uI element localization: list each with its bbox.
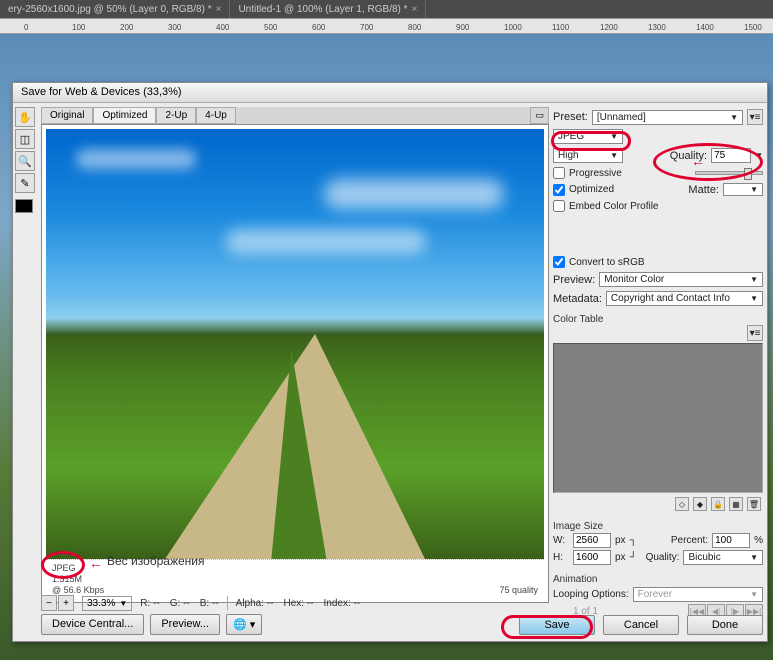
preview-frame: JPEG 1.315M @ 56.6 Kbps 75 quality: [41, 124, 549, 603]
quality-preset-select[interactable]: High▼: [553, 148, 623, 163]
tab-original[interactable]: Original: [41, 107, 93, 124]
app-tab-1[interactable]: Untitled-1 @ 100% (Layer 1, RGB/8) *×: [230, 0, 426, 18]
tool-column: ✋ ◫ 🔍 ✎: [15, 107, 37, 213]
convert-srgb-checkbox[interactable]: Convert to sRGB: [553, 256, 645, 268]
tab-2up[interactable]: 2-Up: [156, 107, 196, 124]
eyedropper-tool-icon[interactable]: ✎: [15, 173, 35, 193]
animation-label: Animation: [553, 574, 763, 585]
height-input[interactable]: [573, 550, 611, 565]
trash-icon[interactable]: 🗑: [747, 497, 761, 511]
preview-area: Original Optimized 2-Up 4-Up ▭ JPEG 1.31…: [41, 107, 549, 603]
quality-label: 75 quality: [499, 585, 538, 595]
width-input[interactable]: [573, 533, 611, 548]
close-icon[interactable]: ×: [412, 4, 418, 15]
zoom-bar: − + 33.3%▼ R: -- G: -- B: -- Alpha: -- H…: [41, 595, 549, 611]
zoom-select[interactable]: 33.3%▼: [82, 596, 132, 611]
color-table-label: Color Table: [553, 314, 763, 325]
quality-label: Quality:: [670, 150, 707, 162]
save-button[interactable]: Save: [519, 615, 595, 635]
ruler: 0 100 200 300 400 500 600 700 800 900 10…: [0, 18, 773, 34]
main-buttons: Save Cancel Done: [519, 615, 763, 635]
preset-label: Preset:: [553, 111, 588, 123]
close-icon[interactable]: ×: [216, 4, 222, 15]
annotation-text: Вес изображения: [107, 554, 205, 568]
color-table[interactable]: [553, 343, 763, 493]
ct-icon-2[interactable]: ◆: [693, 497, 707, 511]
resample-quality-select[interactable]: Bicubic▼: [683, 550, 763, 565]
quality-slider[interactable]: [695, 171, 763, 175]
foreground-color-swatch[interactable]: [15, 199, 33, 213]
speed-label: @ 56.6 Kbps: [52, 585, 104, 595]
zoom-tool-icon[interactable]: 🔍: [15, 151, 35, 171]
filesize-label: 1.315M: [52, 574, 104, 584]
preview-image[interactable]: [46, 129, 544, 559]
format-label: JPEG: [52, 563, 104, 573]
app-tab-bar: ery-2560x1600.jpg @ 50% (Layer 0, RGB/8)…: [0, 0, 773, 18]
metadata-label: Metadata:: [553, 293, 602, 305]
tab-optimized[interactable]: Optimized: [93, 107, 156, 124]
device-central-button[interactable]: Device Central...: [41, 614, 144, 635]
preview-tabs: Original Optimized 2-Up 4-Up ▭: [41, 107, 549, 124]
color-table-menu-icon[interactable]: ▾≡: [747, 325, 763, 341]
ct-icon-3[interactable]: 🔒: [711, 497, 725, 511]
progressive-checkbox[interactable]: Progressive: [553, 167, 622, 179]
embed-profile-checkbox[interactable]: Embed Color Profile: [553, 200, 658, 212]
bottom-left-buttons: Device Central... Preview... 🌐 ▾: [41, 614, 262, 635]
slice-tool-icon[interactable]: ◫: [15, 129, 35, 149]
percent-input[interactable]: [712, 533, 750, 548]
app-tab-0[interactable]: ery-2560x1600.jpg @ 50% (Layer 0, RGB/8)…: [0, 0, 230, 18]
expand-icon[interactable]: ▭: [530, 107, 549, 124]
animation-section: Animation Looping Options: Forever▼ 1 of…: [553, 574, 763, 618]
ct-icon-4[interactable]: ▦: [729, 497, 743, 511]
ct-icon-1[interactable]: ◇: [675, 497, 689, 511]
zoom-out-button[interactable]: −: [41, 595, 57, 611]
preview-button[interactable]: Preview...: [150, 614, 220, 635]
optimized-checkbox[interactable]: Optimized: [553, 184, 614, 196]
right-panel: Preset: [Unnamed]▼ ▾≡ JPEG▼ High▼ Qualit…: [553, 107, 763, 618]
image-size-label: Image Size: [553, 521, 763, 532]
preset-menu-icon[interactable]: ▾≡: [747, 109, 763, 125]
save-for-web-dialog: Save for Web & Devices (33,3%) ✋ ◫ 🔍 ✎ O…: [12, 82, 768, 642]
preview-color-label: Preview:: [553, 274, 595, 286]
matte-label: Matte:: [688, 184, 719, 196]
preset-select[interactable]: [Unnamed]▼: [592, 110, 743, 125]
preview-color-select[interactable]: Monitor Color▼: [599, 272, 763, 287]
zoom-in-button[interactable]: +: [58, 595, 74, 611]
browser-preview-button[interactable]: 🌐 ▾: [226, 614, 262, 635]
image-size-section: Image Size W: px ┐ Percent: % H: px ┘ Qu…: [553, 521, 763, 566]
dialog-title: Save for Web & Devices (33,3%): [13, 83, 767, 103]
hand-tool-icon[interactable]: ✋: [15, 107, 35, 127]
cancel-button[interactable]: Cancel: [603, 615, 679, 635]
metadata-select[interactable]: Copyright and Contact Info▼: [606, 291, 763, 306]
matte-select[interactable]: ▼: [723, 183, 763, 196]
quality-dropdown-icon[interactable]: ▼: [755, 151, 763, 160]
done-button[interactable]: Done: [687, 615, 763, 635]
quality-input[interactable]: [711, 148, 751, 163]
looping-select[interactable]: Forever▼: [633, 587, 763, 602]
tab-4up[interactable]: 4-Up: [196, 107, 236, 124]
color-table-icons: ◇ ◆ 🔒 ▦ 🗑: [553, 493, 763, 515]
format-select[interactable]: JPEG▼: [553, 129, 623, 144]
